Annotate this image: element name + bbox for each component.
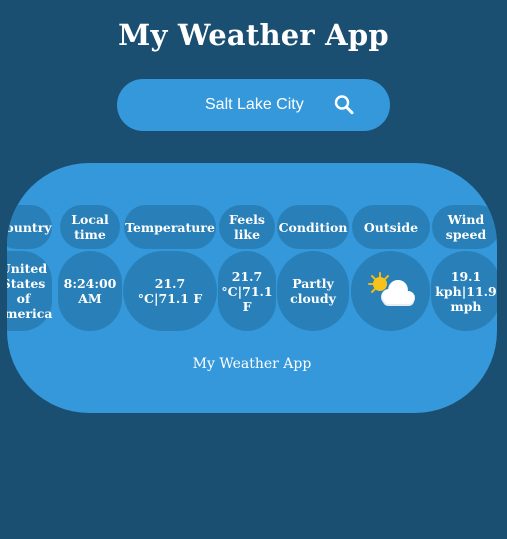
header-condition: Condition	[277, 205, 349, 249]
search-icon	[334, 95, 354, 115]
header-wind-speed: Wind speed	[432, 205, 497, 249]
value-wind-speed: 19.1 kph|11.9 mph	[431, 251, 497, 331]
search-button[interactable]	[331, 92, 357, 118]
value-condition: Partly cloudy	[277, 251, 349, 331]
header-local-time: Local time	[60, 205, 120, 249]
value-country: United States of America	[7, 251, 52, 331]
weather-panel: Country Local time Temperature Feels lik…	[7, 163, 497, 413]
value-local-time: 8:24:00 AM	[58, 251, 122, 331]
header-temperature: Temperature	[124, 205, 216, 249]
search-bar	[117, 79, 390, 131]
header-feels-like: Feels like	[219, 205, 275, 249]
value-temperature: 21.7 °C|71.1 F	[123, 251, 217, 331]
header-outside: Outside	[352, 205, 430, 249]
header-country: Country	[7, 205, 52, 249]
footer-text: My Weather App	[192, 356, 312, 372]
app-title: My Weather App	[118, 18, 389, 52]
search-input[interactable]	[157, 91, 347, 119]
partly-cloudy-icon	[367, 272, 415, 306]
value-outside	[351, 251, 430, 331]
value-feels-like: 21.7 °C|71.1 F	[218, 251, 276, 331]
